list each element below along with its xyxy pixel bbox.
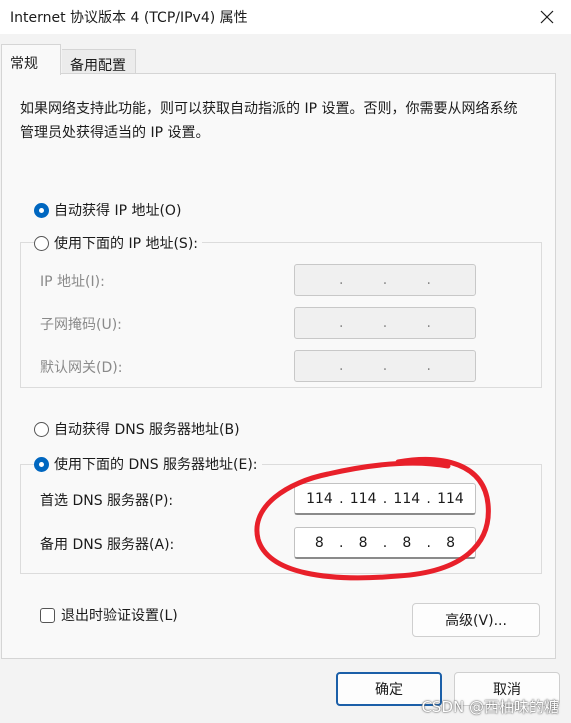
dns-octet: 8	[402, 534, 412, 551]
dns-octet: 8	[446, 534, 456, 551]
radio-auto-ip-label: 自动获得 IP 地址(O)	[54, 203, 182, 219]
dns-octet: 114	[393, 490, 421, 507]
window-title: Internet 协议版本 4 (TCP/IPv4) 属性	[10, 10, 248, 26]
validate-settings-box	[40, 607, 55, 623]
octet-separator: .	[382, 315, 388, 331]
radio-manual-ip-indicator	[34, 235, 49, 251]
alternate-dns-label: 备用 DNS 服务器(A):	[40, 537, 175, 553]
radio-manual-dns-label: 使用下面的 DNS 服务器地址(E):	[54, 457, 258, 473]
tab-general[interactable]: 常规	[1, 44, 61, 75]
subnet-mask-label: 子网掩码(U):	[40, 317, 122, 333]
radio-auto-dns-label: 自动获得 DNS 服务器地址(B)	[54, 422, 240, 438]
advanced-button[interactable]: 高级(V)...	[412, 603, 540, 637]
octet-separator: .	[426, 358, 431, 374]
octet-separator: .	[339, 490, 344, 507]
preferred-dns-input[interactable]: 114. 114. 114. 114	[294, 483, 476, 515]
dns-octet: 114	[437, 490, 464, 507]
radio-auto-dns[interactable]: 自动获得 DNS 服务器地址(B)	[34, 419, 240, 439]
dns-octet: 114	[349, 490, 377, 507]
octet-separator: .	[338, 534, 344, 551]
octet-separator: .	[382, 272, 388, 288]
title-bar: Internet 协议版本 4 (TCP/IPv4) 属性	[0, 0, 571, 34]
octet-separator: .	[426, 315, 431, 331]
octet-separator: .	[426, 534, 431, 551]
dns-octet: 114	[306, 490, 333, 507]
octet-separator: .	[382, 534, 388, 551]
octet-separator: .	[382, 358, 388, 374]
tab-bar: 常规 备用配置	[0, 44, 571, 75]
dns-octet: 8	[358, 534, 368, 551]
validate-settings-label: 退出时验证设置(L)	[61, 608, 178, 624]
default-gateway-input[interactable]: . . .	[294, 350, 476, 382]
radio-manual-ip-label: 使用下面的 IP 地址(S):	[54, 236, 198, 252]
tab-panel-general: 如果网络支持此功能，则可以获取自动指派的 IP 设置。否则，你需要从网络系统管理…	[1, 73, 556, 659]
octet-separator: .	[338, 358, 344, 374]
dialog-window: Internet 协议版本 4 (TCP/IPv4) 属性 常规 备用配置 如果…	[0, 0, 571, 723]
radio-manual-ip[interactable]: 使用下面的 IP 地址(S):	[34, 233, 202, 253]
octet-separator: .	[382, 490, 388, 507]
intro-text: 如果网络支持此功能，则可以获取自动指派的 IP 设置。否则，你需要从网络系统管理…	[20, 101, 518, 141]
radio-auto-ip-indicator	[34, 202, 49, 218]
ip-address-label: IP 地址(I):	[40, 274, 105, 290]
octet-separator: .	[338, 272, 344, 288]
tab-alternate-config[interactable]: 备用配置	[62, 49, 136, 75]
octet-separator: .	[426, 490, 431, 507]
preferred-dns-label: 首选 DNS 服务器(P):	[40, 493, 174, 509]
default-gateway-label: 默认网关(D):	[40, 360, 123, 376]
validate-settings-checkbox[interactable]: 退出时验证设置(L)	[40, 605, 178, 625]
subnet-mask-input[interactable]: . . .	[294, 307, 476, 339]
ip-address-input[interactable]: . . .	[294, 264, 476, 296]
watermark-text: CSDN @西柚味的糖	[421, 698, 559, 716]
radio-auto-ip[interactable]: 自动获得 IP 地址(O)	[34, 200, 181, 220]
radio-auto-dns-indicator	[34, 421, 49, 437]
octet-separator: .	[426, 272, 431, 288]
radio-manual-dns-indicator	[34, 456, 49, 472]
octet-separator: .	[338, 315, 344, 331]
dns-octet: 8	[314, 534, 324, 551]
alternate-dns-input[interactable]: 8. 8. 8. 8	[294, 527, 476, 559]
radio-manual-dns[interactable]: 使用下面的 DNS 服务器地址(E):	[34, 454, 262, 474]
close-button[interactable]	[523, 0, 571, 34]
close-icon	[540, 10, 554, 24]
